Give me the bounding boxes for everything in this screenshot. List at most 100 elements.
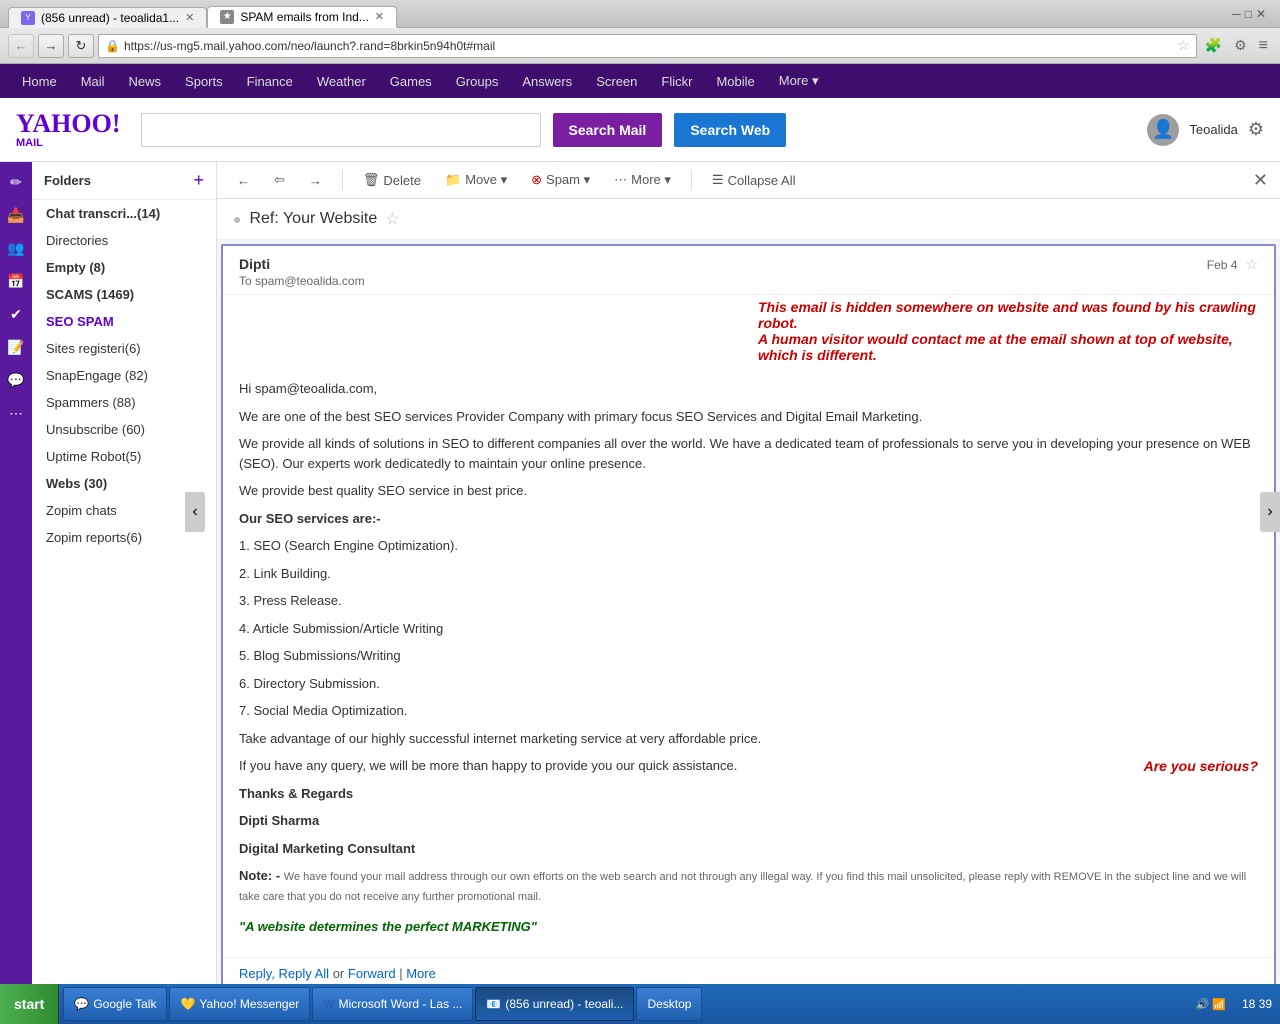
browser-tab-1[interactable]: Y (856 unread) - teoalida1... ✕: [8, 7, 207, 28]
search-web-button[interactable]: Search Web: [674, 113, 786, 147]
start-button[interactable]: start: [0, 984, 59, 1024]
browser-nav: ← → ↻ 🔒 ☆ 🧩 ⚙ ≡: [0, 28, 1280, 64]
back-email-btn[interactable]: ←: [229, 169, 258, 192]
email-body-line-1: We are one of the best SEO services Prov…: [239, 407, 1258, 427]
minimize-btn[interactable]: ─: [1232, 7, 1241, 21]
star-icon[interactable]: ☆: [1177, 37, 1190, 54]
inbox-icon[interactable]: 📥: [3, 203, 28, 228]
more-reply-link[interactable]: More: [406, 966, 436, 981]
forward-button[interactable]: →: [38, 34, 64, 58]
email-header-row: Dipti To spam@teoalida.com Feb 4 ☆: [223, 246, 1274, 295]
email-subject-text: Ref: Your Website: [249, 210, 377, 228]
move-button[interactable]: 📁 Move ▾: [437, 168, 515, 192]
annotation-text-block: This email is hidden somewhere on websit…: [758, 299, 1258, 363]
sidebar-item-scams[interactable]: SCAMS (1469): [32, 281, 216, 308]
chromemenu-icon[interactable]: ≡: [1255, 37, 1272, 55]
search-mail-button[interactable]: Search Mail: [553, 113, 663, 147]
sidebar-item-spammers[interactable]: Spammers (88): [32, 389, 216, 416]
email-from-area: Dipti To spam@teoalida.com: [239, 256, 365, 288]
calendar-icon[interactable]: 📅: [3, 269, 28, 294]
nav-home[interactable]: Home: [10, 64, 69, 98]
service-5: 5. Blog Submissions/Writing: [239, 646, 1258, 666]
search-input[interactable]: [141, 113, 541, 147]
tab-close-2[interactable]: ✕: [375, 10, 384, 23]
tab-close-1[interactable]: ✕: [185, 11, 194, 24]
annotation-area: This email is hidden somewhere on websit…: [223, 295, 1274, 363]
refresh-button[interactable]: ↻: [68, 34, 94, 58]
nav-news[interactable]: News: [117, 64, 174, 98]
settings-icon[interactable]: ⚙: [1248, 119, 1264, 140]
forward-email-btn[interactable]: →: [301, 169, 330, 192]
tasks-icon[interactable]: ✔: [6, 302, 26, 327]
add-folder-icon[interactable]: +: [193, 170, 204, 191]
compose-icon[interactable]: ✏: [6, 170, 26, 195]
email-content-area: ← ⇦ → 🗑 Delete 📁 Move ▾ ⊗ Spam ▾ ⋯ More …: [217, 162, 1280, 984]
reply-bar: Reply, Reply All or Forward | More: [223, 957, 1274, 985]
delete-icon: 🗑: [363, 172, 380, 188]
email-message-container: Dipti To spam@teoalida.com Feb 4 ☆: [221, 244, 1276, 984]
system-tray-icons: 🔊 📶: [1196, 998, 1226, 1011]
address-bar: 🔒 ☆: [98, 34, 1197, 58]
sidebar-item-sites[interactable]: Sites registeri(6): [32, 335, 216, 362]
sidebar-item-chat[interactable]: Chat transcri...(14): [32, 200, 216, 227]
taskbar-google-talk[interactable]: 💬 Google Talk: [63, 987, 167, 1021]
reply-link[interactable]: Reply, Reply All: [239, 966, 329, 981]
back-all-email-btn[interactable]: ⇦: [266, 168, 293, 192]
forward-link[interactable]: Forward: [348, 966, 396, 981]
sidebar-title: Folders: [44, 173, 91, 188]
sidebar-item-unsubscribe[interactable]: Unsubscribe (60): [32, 416, 216, 443]
nav-screen[interactable]: Screen: [584, 64, 649, 98]
nav-sports[interactable]: Sports: [173, 64, 235, 98]
subject-star-icon[interactable]: ☆: [385, 209, 399, 229]
nav-games[interactable]: Games: [378, 64, 444, 98]
messenger-icon[interactable]: 💬: [3, 368, 28, 393]
taskbar-clock: 18 39: [1234, 997, 1280, 1011]
delete-button[interactable]: 🗑 Delete: [355, 168, 429, 192]
sidebar: Folders + Chat transcri...(14) Directori…: [32, 162, 217, 984]
taskbar-yahoo-mail[interactable]: 📧 (856 unread) - teoali...: [475, 987, 634, 1021]
yahoo-mail-icon: 📧: [486, 997, 501, 1011]
query-text: If you have any query, we will be more t…: [239, 756, 1128, 776]
nav-answers[interactable]: Answers: [510, 64, 584, 98]
back-button[interactable]: ←: [8, 34, 34, 58]
sidebar-item-empty[interactable]: Empty (8): [32, 254, 216, 281]
browser-tab-2[interactable]: ★ SPAM emails from Ind... ✕: [207, 6, 397, 28]
spam-button[interactable]: ⊗ Spam ▾: [523, 168, 598, 192]
extensions-icon[interactable]: 🧩: [1201, 37, 1226, 54]
nav-weather[interactable]: Weather: [305, 64, 378, 98]
nav-arrows: ‹: [185, 492, 205, 532]
email-greeting: Hi spam@teoalida.com,: [239, 379, 1258, 399]
contacts-icon[interactable]: 👥: [3, 236, 28, 261]
sidebar-item-seo-spam[interactable]: SEO SPAM: [32, 308, 216, 335]
yahoo-messenger-icon: 💛: [180, 997, 195, 1011]
nav-finance[interactable]: Finance: [235, 64, 305, 98]
sidebar-item-snapengage[interactable]: SnapEngage (82): [32, 362, 216, 389]
nav-groups[interactable]: Groups: [444, 64, 511, 98]
email-star-icon[interactable]: ☆: [1245, 256, 1258, 273]
next-email-btn[interactable]: ›: [1260, 492, 1280, 532]
close-window-btn[interactable]: ✕: [1256, 7, 1266, 21]
more-icon[interactable]: ⋯: [5, 401, 27, 426]
wrench-icon[interactable]: ⚙: [1230, 37, 1251, 54]
service-1: 1. SEO (Search Engine Optimization).: [239, 536, 1258, 556]
sidebar-item-uptime[interactable]: Uptime Robot(5): [32, 443, 216, 470]
maximize-btn[interactable]: □: [1245, 7, 1252, 21]
taskbar-yahoo-messenger[interactable]: 💛 Yahoo! Messenger: [169, 987, 310, 1021]
collapse-all-button[interactable]: ☰ Collapse All: [704, 168, 804, 192]
taskbar-desktop[interactable]: Desktop: [636, 987, 702, 1021]
nav-mail[interactable]: Mail: [69, 64, 117, 98]
close-email-btn[interactable]: ✕: [1253, 170, 1268, 191]
yahoo-logo-area: YAHOO! MAIL: [16, 111, 129, 149]
prev-email-btn[interactable]: ‹: [185, 492, 205, 532]
nav-mobile[interactable]: Mobile: [704, 64, 766, 98]
notepad-icon[interactable]: 📝: [3, 335, 28, 360]
address-input[interactable]: [124, 39, 1177, 53]
sidebar-icon-strip: ✏ 📥 👥 📅 ✔ 📝 💬 ⋯: [0, 162, 32, 984]
nav-more[interactable]: More ▾: [767, 64, 831, 98]
toolbar-sep-1: [342, 170, 343, 190]
nav-flickr[interactable]: Flickr: [649, 64, 704, 98]
more-toolbar-button[interactable]: ⋯ More ▾: [606, 168, 679, 192]
yahoo-logo: YAHOO!: [16, 111, 121, 137]
taskbar-word[interactable]: W Microsoft Word - Las ...: [312, 987, 473, 1021]
sidebar-item-directories[interactable]: Directories: [32, 227, 216, 254]
